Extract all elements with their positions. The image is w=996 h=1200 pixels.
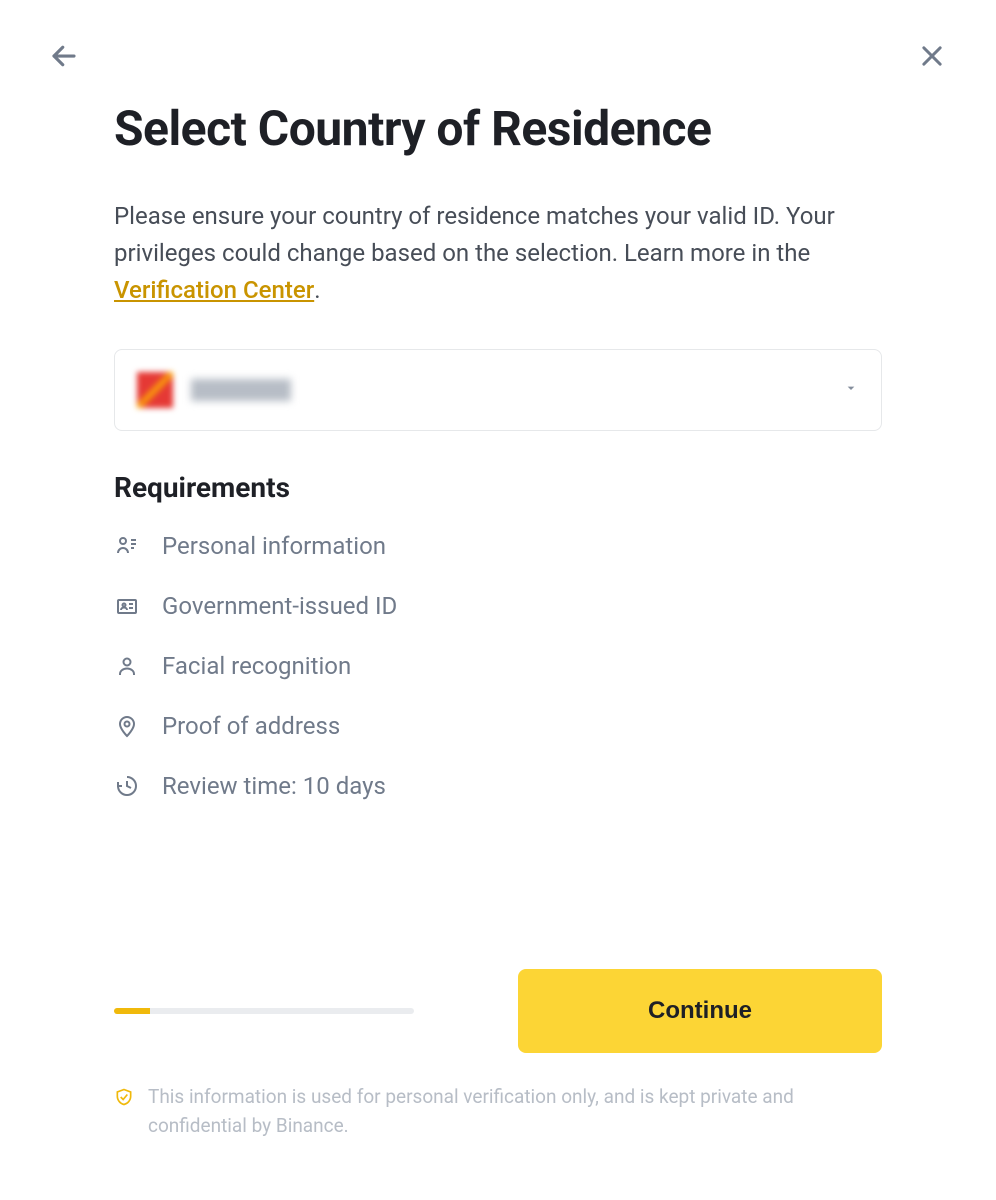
chevron-down-icon [843,380,859,400]
requirements-heading: Requirements [114,471,882,504]
requirement-label: Personal information [162,532,386,560]
pin-icon [114,713,140,739]
country-select[interactable] [114,349,882,431]
requirement-label: Proof of address [162,712,340,740]
page-title: Select Country of Residence [114,100,882,158]
requirement-label: Facial recognition [162,652,351,680]
progress-fill [114,1008,150,1014]
requirement-item: Personal information [114,532,882,560]
requirement-item: Review time: 10 days [114,772,882,800]
requirement-label: Review time: 10 days [162,772,386,800]
arrow-left-icon [49,41,79,71]
page-description: Please ensure your country of residence … [114,198,882,310]
requirement-item: Government-issued ID [114,592,882,620]
face-icon [114,653,140,679]
requirement-label: Government-issued ID [162,592,397,620]
person-lines-icon [114,533,140,559]
id-card-icon [114,593,140,619]
close-icon [918,42,946,70]
description-suffix: . [314,276,320,304]
shield-check-icon [114,1087,134,1107]
verification-center-link[interactable]: Verification Center [114,276,314,304]
country-name-label [191,379,291,401]
back-button[interactable] [48,40,80,72]
description-text: Please ensure your country of residence … [114,202,835,267]
country-flag-icon [137,372,173,408]
disclaimer-text: This information is used for personal ve… [148,1083,882,1140]
close-button[interactable] [916,40,948,72]
requirement-item: Facial recognition [114,652,882,680]
continue-button[interactable]: Continue [518,969,882,1053]
clock-icon [114,773,140,799]
requirement-item: Proof of address [114,712,882,740]
progress-bar [114,1008,414,1014]
